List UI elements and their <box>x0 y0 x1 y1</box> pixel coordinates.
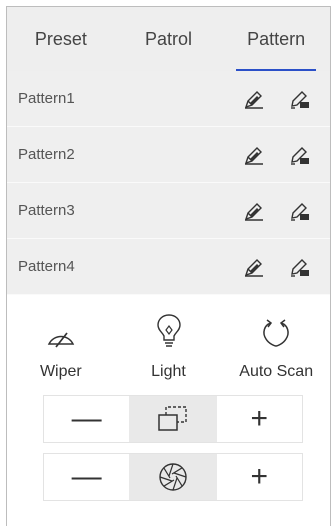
pattern-label: Pattern1 <box>18 90 75 107</box>
zoom-control: — + <box>43 395 303 443</box>
pattern-label: Pattern3 <box>18 202 75 219</box>
list-item[interactable]: Pattern2 <box>7 127 330 183</box>
pattern-list: Pattern1 Pattern2 Pattern3 Pattern4 <box>7 71 330 295</box>
zoom-out-button[interactable]: — <box>44 396 129 442</box>
tab-preset[interactable]: Preset <box>7 7 115 71</box>
iris-aperture-icon <box>129 454 216 500</box>
tab-patrol[interactable]: Patrol <box>115 7 223 71</box>
wiper-icon <box>46 305 76 349</box>
edit-pen-icon[interactable] <box>242 87 266 111</box>
wiper-label: Wiper <box>39 363 82 380</box>
tab-patrol-label: Patrol <box>144 28 193 49</box>
auto-scan-icon <box>258 305 294 349</box>
plus-icon: + <box>250 460 269 493</box>
edit-pencil-icon[interactable] <box>288 143 312 167</box>
plus-icon: + <box>250 402 269 435</box>
edit-pencil-icon[interactable] <box>288 255 312 279</box>
bulb-icon <box>156 305 182 349</box>
wiper-button[interactable]: Wiper <box>7 297 115 387</box>
iris-open-button[interactable]: + <box>215 454 302 500</box>
zoom-frame-icon <box>129 396 216 442</box>
zoom-in-button[interactable]: + <box>215 396 302 442</box>
light-button[interactable]: Light <box>115 297 223 387</box>
pattern-label: Pattern4 <box>18 258 75 275</box>
iris-close-button[interactable]: — <box>44 454 129 500</box>
pattern-label: Pattern2 <box>18 146 75 163</box>
auto-scan-label: Auto Scan <box>239 363 314 380</box>
tab-preset-label: Preset <box>34 28 87 49</box>
edit-pencil-icon[interactable] <box>288 87 312 111</box>
auto-scan-button[interactable]: Auto Scan <box>222 297 330 387</box>
tab-pattern[interactable]: Pattern <box>222 7 330 71</box>
list-item[interactable]: Pattern1 <box>7 71 330 127</box>
minus-icon: — <box>71 402 102 435</box>
edit-pen-icon[interactable] <box>242 199 266 223</box>
tab-bar: Preset Patrol Pattern <box>7 7 330 71</box>
minus-icon: — <box>71 460 102 493</box>
edit-pen-icon[interactable] <box>242 255 266 279</box>
light-label: Light <box>151 363 186 380</box>
list-item[interactable]: Pattern3 <box>7 183 330 239</box>
edit-pen-icon[interactable] <box>242 143 266 167</box>
feature-bar: Wiper Light Auto Scan <box>7 297 330 387</box>
tab-pattern-label: Pattern <box>247 28 306 49</box>
ptz-panel: Preset Patrol Pattern Pattern1 Pattern2 … <box>6 6 331 526</box>
iris-control: — + <box>43 453 303 501</box>
list-item[interactable]: Pattern4 <box>7 239 330 295</box>
edit-pencil-icon[interactable] <box>288 199 312 223</box>
